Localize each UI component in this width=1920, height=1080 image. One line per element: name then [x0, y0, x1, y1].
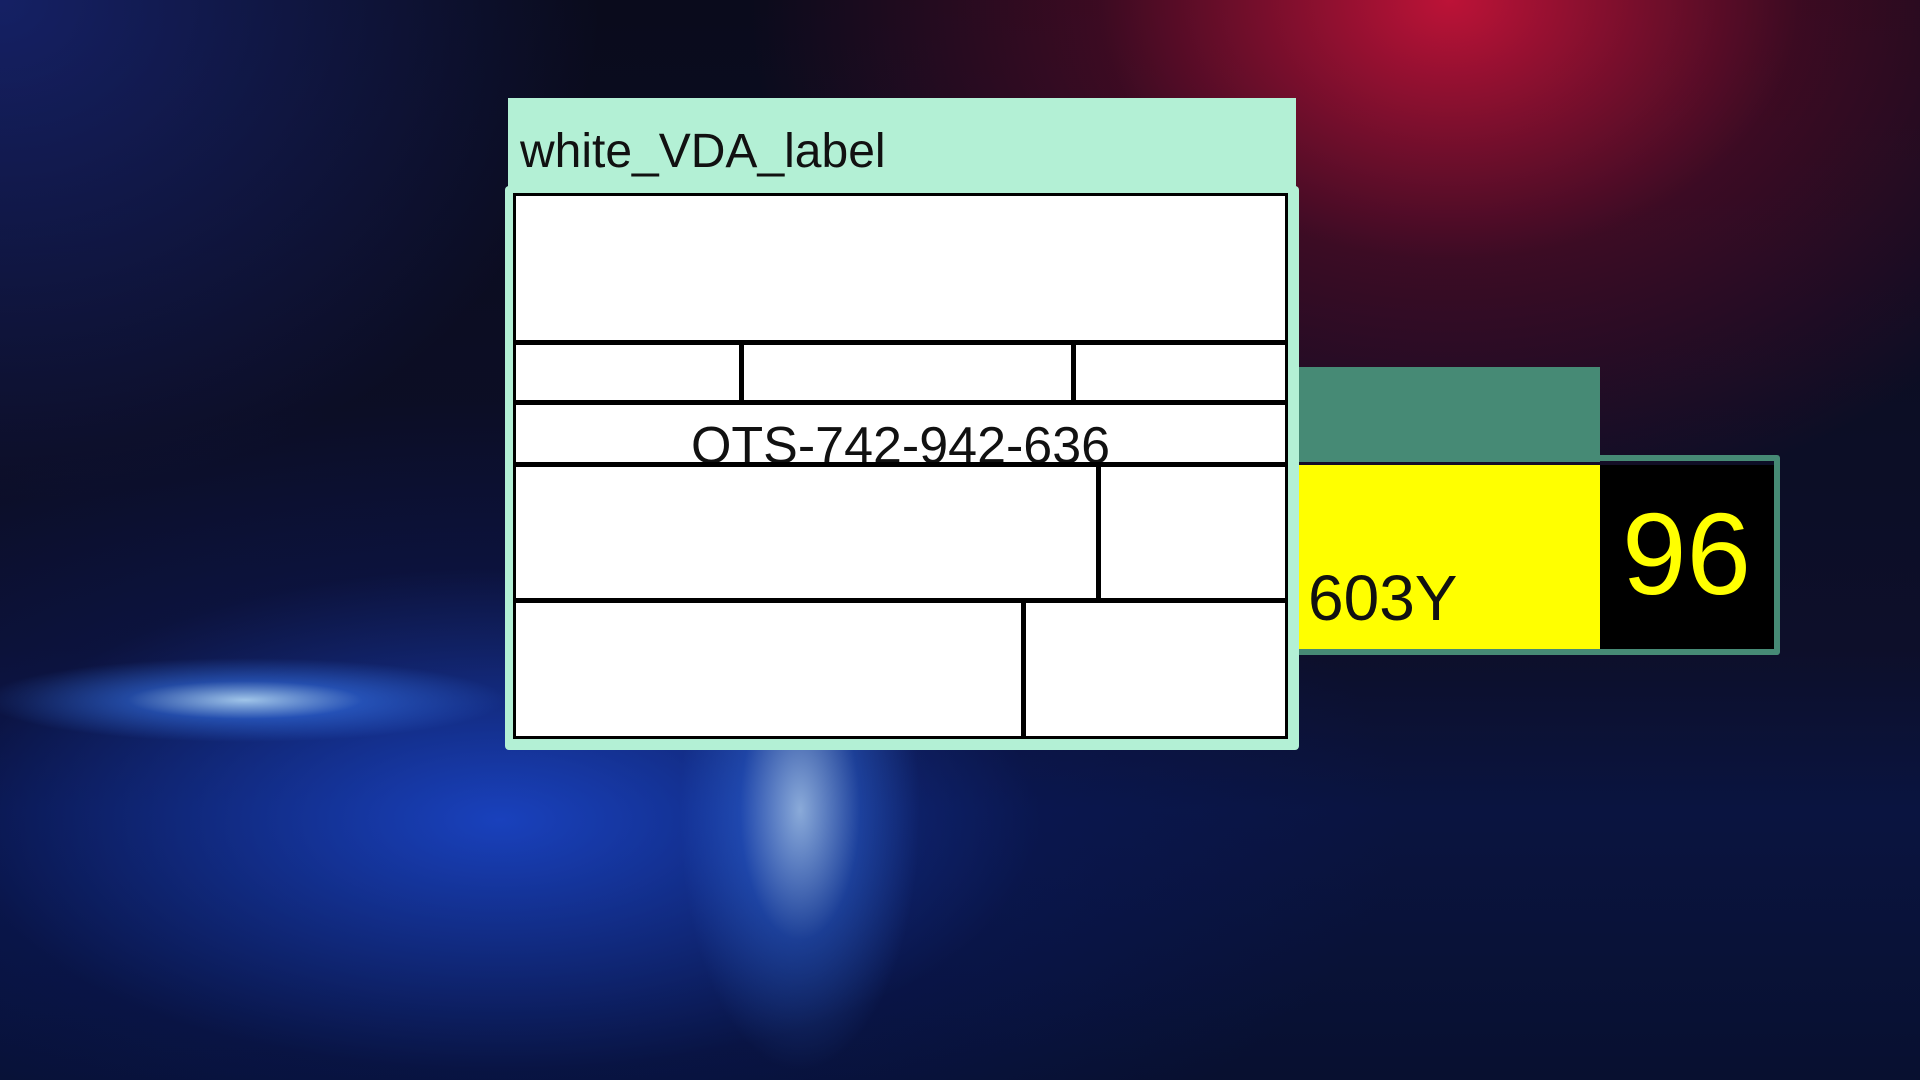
label-ots-code: OTS-742-942-636: [690, 417, 1111, 475]
label-divider: [1071, 340, 1076, 402]
window-front-titlebar[interactable]: white_VDA_label: [508, 98, 1296, 193]
label-divider: [1021, 598, 1026, 738]
label-divider: [516, 400, 1285, 405]
label-divider: [1096, 462, 1101, 600]
label-divider: [516, 598, 1285, 603]
window-front-title: white_VDA_label: [520, 125, 886, 178]
white-vda-label: OTS-742-942-636: [513, 193, 1288, 739]
label-divider: [516, 340, 1285, 345]
window-front-body: OTS-742-942-636: [505, 186, 1299, 750]
label-divider: [516, 462, 1285, 467]
label-divider: [739, 340, 744, 402]
window-front[interactable]: white_VDA_label OTS-742-942-636: [505, 98, 1299, 750]
